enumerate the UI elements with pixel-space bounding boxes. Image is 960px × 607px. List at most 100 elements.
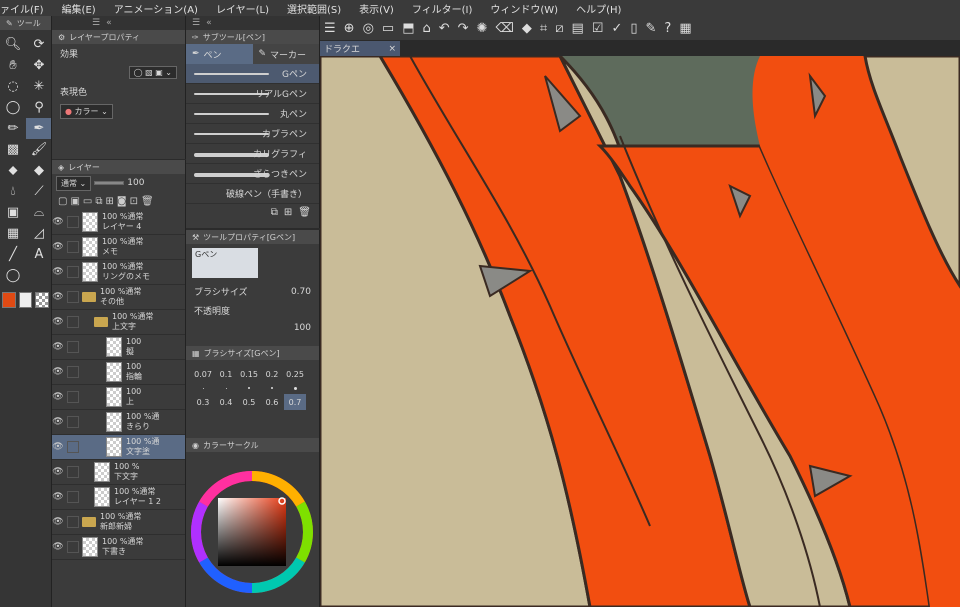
menu-item[interactable]: 表示(V) [359,1,394,16]
eye-icon[interactable]: 👁︎ [52,542,64,552]
subtool-item[interactable]: ざらつきペン [186,164,319,184]
add-subtool-icon[interactable]: ⊞ [284,207,292,218]
subtool-item[interactable]: 丸ペン [186,104,319,124]
menu-lines-icon[interactable]: ☰ [92,18,100,28]
menu-item[interactable]: 選択範囲(S) [287,1,341,16]
eraser-icon[interactable]: ⬥ [0,160,26,181]
mask-icon[interactable]: ◙ [117,196,127,207]
hand-tool-icon[interactable]: ✋︎ [0,55,26,76]
save-icon[interactable]: ⬒ [402,21,414,36]
eye-icon[interactable]: 👁︎ [52,292,64,302]
layer-lock-toggle[interactable] [67,491,79,503]
redo-icon[interactable]: ↷ [458,21,469,36]
zoom-tool-icon[interactable]: 🔍︎ [0,34,26,55]
eye-icon[interactable]: 👁︎ [52,342,64,352]
brush-size-preset[interactable]: 0.7 [284,394,306,410]
layer-lock-toggle[interactable] [67,466,79,478]
brush-size-preset[interactable]: 0.5 [238,394,260,410]
deselect-icon[interactable]: ⧄ [555,21,563,36]
copy-subtool-icon[interactable]: ⧉ [271,207,278,218]
main-color-swatch[interactable] [2,292,16,308]
new-folder-icon[interactable]: ▭ [83,196,92,207]
crop-icon[interactable]: ▤ [571,21,583,36]
line-tool-icon[interactable]: ◿ [26,223,51,244]
menu-item[interactable]: ヘルプ(H) [576,1,621,16]
subtool-item[interactable]: 破線ペン（手書き） [186,184,319,204]
collapse-icon[interactable]: « [206,18,212,28]
layer-row[interactable]: 👁︎ 100 指輪 [52,360,185,385]
text-tool-icon[interactable]: A [26,244,51,265]
layer-row[interactable]: 👁︎ 100 %通常 レイヤー 1 2 [52,485,185,510]
layer-lock-toggle[interactable] [67,341,79,353]
layer-lock-toggle[interactable] [67,291,79,303]
menu-item[interactable]: 編集(E) [62,1,96,16]
eye-icon[interactable]: 👁︎ [52,317,64,327]
clip-icon[interactable]: ⧉ [95,196,102,207]
layer-lock-toggle[interactable] [67,416,79,428]
eye-icon[interactable]: 👁︎ [52,442,64,452]
opacity-value[interactable]: 100 [294,323,311,333]
eye-icon[interactable]: 👁︎ [52,492,64,502]
subtool-item[interactable]: Gペン [186,64,319,84]
eye-icon[interactable]: 👁︎ [52,417,64,427]
new-file-icon[interactable]: ⊕ [344,21,355,36]
eye-icon[interactable]: 👁︎ [52,242,64,252]
trash-icon[interactable]: 🗑︎ [141,196,154,207]
layer-row[interactable]: 👁︎ 100 %通常 上文字 [52,310,185,335]
balloon-icon[interactable]: ◯ [0,265,26,286]
pencil-icon[interactable]: ✏ [0,118,26,139]
loading-icon[interactable]: ✺ [477,21,488,36]
upload-icon[interactable]: ⌂ [423,21,431,36]
fill-icon[interactable]: ◆ [26,160,51,181]
layer-row[interactable]: 👁︎ 100 %通常 リングのメモ [52,260,185,285]
layer-row[interactable]: 👁︎ 100 %通常 新郎新婦 [52,510,185,535]
close-icon[interactable]: × [388,44,396,54]
layer-row[interactable]: 👁︎ 100 %通 文字塗 [52,435,185,460]
layer-lock-toggle[interactable] [67,516,79,528]
layer-lock-toggle[interactable] [67,216,79,228]
trash-icon[interactable]: 🗑︎ [298,207,311,218]
collapse-icon[interactable]: « [106,18,112,28]
eye-icon[interactable]: 👁︎ [52,267,64,277]
undo-icon[interactable]: ↶ [439,21,450,36]
check-icon[interactable]: ☑ [592,21,604,36]
eye-icon[interactable]: 👁︎ [52,367,64,377]
brush-size-preset[interactable]: 0.1 [215,366,237,382]
figure-icon[interactable]: ⟋ [26,181,51,202]
canvas[interactable] [320,56,960,607]
eye-icon[interactable]: 👁︎ [52,217,64,227]
magic-wand-icon[interactable]: ✳ [26,76,51,97]
grid-icon[interactable]: ▦ [679,21,691,36]
eyedropper-icon[interactable]: ⚲ [26,97,51,118]
subtool-item[interactable]: リアルGペン [186,84,319,104]
device-icon[interactable]: ▯ [630,21,637,36]
layer-lock-toggle[interactable] [67,316,79,328]
eye-icon[interactable]: 👁︎ [52,517,64,527]
document-tab[interactable]: ドラクエ × [320,41,400,56]
menu-lines-icon[interactable]: ☰ [192,18,200,28]
brush-size-value[interactable]: 0.70 [291,287,311,297]
effect-buttons[interactable]: ◯ ▧ ▣ ⌄ [128,66,177,79]
layer-lock-toggle[interactable] [67,266,79,278]
new-vector-layer-icon[interactable]: ▣ [70,196,79,207]
menu-lines-icon[interactable]: ☰ [324,21,336,36]
layer-row[interactable]: 👁︎ 100 %通常 メモ [52,235,185,260]
layer-row[interactable]: 👁︎ 100 擬 [52,335,185,360]
airbrush-icon[interactable]: ▩ [0,139,26,160]
brush-size-preset[interactable]: 0.2 [261,366,283,382]
pen-check-icon[interactable]: ✓ [611,21,622,36]
layer-row[interactable]: 👁︎ 100 %通常 レイヤー 4 [52,210,185,235]
help-icon[interactable]: ? [664,21,671,36]
eye-icon[interactable]: 👁︎ [52,392,64,402]
layer-row[interactable]: 👁︎ 100 %通常 下書き [52,535,185,560]
subtool-item[interactable]: カブラペン [186,124,319,144]
tab-pen[interactable]: ✒ ペン [186,44,253,64]
fill-icon[interactable]: ◆ [522,21,532,36]
layer-row[interactable]: 👁︎ 100 %通 きらり [52,410,185,435]
lasso-tool-icon[interactable]: ◌ [0,76,26,97]
sub-color-swatch[interactable] [18,292,33,308]
layer-row[interactable]: 👁︎ 100 %通常 その他 [52,285,185,310]
layer-lock-toggle[interactable] [67,366,79,378]
lock-icon[interactable]: ⊡ [130,196,138,207]
transparent-color-swatch[interactable] [35,292,50,308]
